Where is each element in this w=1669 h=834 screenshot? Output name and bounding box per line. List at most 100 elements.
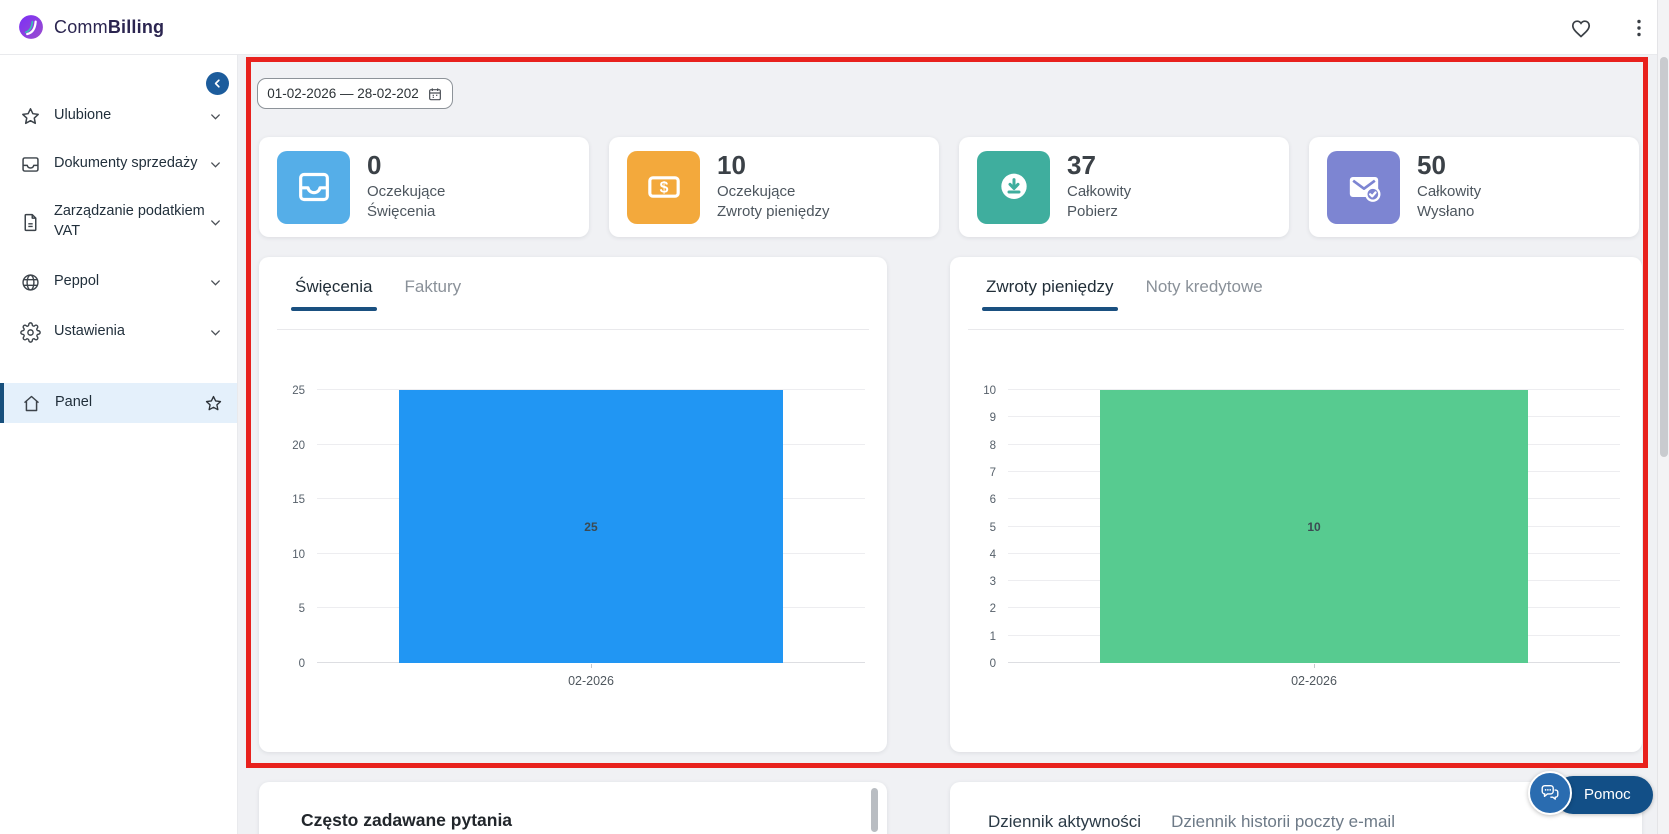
brand: CommBilling <box>18 14 164 40</box>
x-axis-tick <box>591 664 592 668</box>
bar-data-label: 25 <box>399 520 783 534</box>
download-icon <box>977 151 1050 224</box>
bar-data-label: 10 <box>1100 520 1528 534</box>
stat-value: 50 <box>1417 152 1481 179</box>
mail-check-icon <box>1327 151 1400 224</box>
faq-card: Często zadawane pytania <box>259 782 887 834</box>
globe-icon <box>20 272 41 293</box>
chart-card-zwroty: Zwroty pieniędzy Noty kredytowe 0 1 2 3 4 5 6 7… <box>950 257 1642 752</box>
brand-logo-icon <box>18 14 44 40</box>
stat-card-calkowity-pobierz[interactable]: 37 CałkowityPobierz <box>959 137 1289 237</box>
y-axis-tick-label: 8 <box>964 440 996 452</box>
sidebar-item-label: Zarządzanie podatkiem VAT <box>54 202 208 241</box>
stat-label: OczekująceŚwięcenia <box>367 182 445 222</box>
favorites-heart-icon[interactable] <box>1569 16 1593 40</box>
window-scrollbar <box>1657 0 1669 834</box>
tabs-divider <box>968 329 1624 330</box>
y-axis-tick-label: 0 <box>964 658 996 670</box>
stat-card-oczekujace-swiecenia[interactable]: 0 OczekująceŚwięcenia <box>259 137 589 237</box>
faq-scrollbar[interactable] <box>871 788 878 832</box>
kebab-menu-icon[interactable] <box>1627 16 1651 40</box>
chat-bubbles-icon <box>1528 771 1572 815</box>
chevron-down-icon <box>208 275 223 290</box>
chevron-down-icon <box>208 157 223 172</box>
bar-chart-swiecenia: 05101520252502-2026 <box>273 390 865 690</box>
bar-chart-zwroty: 0123456789101002-2026 <box>964 390 1620 690</box>
inbox-tray-icon <box>277 151 350 224</box>
y-axis-tick-label: 7 <box>964 467 996 479</box>
y-axis-tick-label: 10 <box>964 385 996 397</box>
y-axis-tick-label: 6 <box>964 494 996 506</box>
tab-dziennik-aktywnosci[interactable]: Dziennik aktywności <box>988 812 1141 832</box>
tabs-divider <box>277 329 869 330</box>
y-axis-tick-label: 2 <box>964 603 996 615</box>
sidebar: Ulubione Dokumenty sprzedaży Zarządzanie… <box>0 55 238 834</box>
sidebar-item-label: Ulubione <box>54 106 208 126</box>
stat-label: OczekująceZwroty pieniędzy <box>717 182 830 222</box>
stat-value: 10 <box>717 152 830 179</box>
app-screen: CommBilling Ulubione <box>0 0 1669 834</box>
sidebar-item-zarzadzanie-vat[interactable]: Zarządzanie podatkiem VAT <box>0 198 237 246</box>
chevron-down-icon <box>208 215 223 230</box>
scrollbar-thumb[interactable] <box>1660 57 1668 457</box>
x-axis-tick <box>1314 664 1315 668</box>
sidebar-item-ulubione[interactable]: Ulubione <box>0 100 237 132</box>
date-range-value: 01-02-2026 — 28-02-202 <box>267 86 419 101</box>
tab-zwroty-pieniedzy[interactable]: Zwroty pieniędzy <box>986 277 1114 309</box>
x-axis-label: 02-2026 <box>1264 674 1364 688</box>
y-axis-tick-label: 1 <box>964 631 996 643</box>
svg-text:$: $ <box>659 180 668 197</box>
sidebar-item-label: Dokumenty sprzedaży <box>54 154 208 174</box>
sidebar-item-label: Panel <box>55 393 204 413</box>
sidebar-item-panel-active[interactable]: Panel <box>0 383 237 423</box>
chart-tabs: Zwroty pieniędzy Noty kredytowe <box>986 277 1263 309</box>
tab-faktury[interactable]: Faktury <box>405 277 462 309</box>
sidebar-item-label: Peppol <box>54 272 208 292</box>
y-axis-tick-label: 0 <box>273 658 305 670</box>
star-icon <box>20 106 41 127</box>
log-tabs: Dziennik aktywności Dziennik historii po… <box>988 812 1395 832</box>
y-axis-tick-label: 3 <box>964 576 996 588</box>
sidebar-collapse-button[interactable] <box>206 72 229 95</box>
stat-card-oczekujace-zwroty[interactable]: $ 10 OczekująceZwroty pieniędzy <box>609 137 939 237</box>
help-button[interactable]: Pomoc <box>1528 771 1653 815</box>
stat-label: CałkowityPobierz <box>1067 182 1131 222</box>
sidebar-item-peppol[interactable]: Peppol <box>0 266 237 298</box>
faq-title: Często zadawane pytania <box>301 810 512 831</box>
stat-value: 0 <box>367 152 445 179</box>
gear-icon <box>20 322 41 343</box>
chart-tabs: Święcenia Faktury <box>295 277 461 309</box>
stat-card-calkowity-wyslano[interactable]: 50 CałkowityWysłano <box>1309 137 1639 237</box>
sidebar-item-dokumenty-sprzedazy[interactable]: Dokumenty sprzedaży <box>0 148 237 180</box>
stat-value: 37 <box>1067 152 1131 179</box>
stat-label: CałkowityWysłano <box>1417 182 1481 222</box>
brand-name: CommBilling <box>54 17 164 38</box>
chevron-left-icon <box>211 77 224 90</box>
y-axis-tick-label: 10 <box>273 549 305 561</box>
tab-noty-kredytowe[interactable]: Noty kredytowe <box>1146 277 1263 309</box>
chart-card-swiecenia: Święcenia Faktury 0 5 10 15 20 25 25 02-2026 <box>259 257 887 752</box>
sidebar-item-label: Ustawienia <box>54 322 208 342</box>
favorite-star-icon[interactable] <box>204 394 223 413</box>
y-axis-tick-label: 5 <box>964 522 996 534</box>
chart-bar[interactable]: 25 <box>399 390 783 663</box>
sidebar-item-ustawienia[interactable]: Ustawienia <box>0 316 237 348</box>
y-axis-tick-label: 5 <box>273 603 305 615</box>
topbar: CommBilling <box>0 0 1669 55</box>
chart-bar[interactable]: 10 <box>1100 390 1528 663</box>
y-axis-tick-label: 25 <box>273 385 305 397</box>
y-axis-tick-label: 4 <box>964 549 996 561</box>
y-axis-tick-label: 9 <box>964 412 996 424</box>
x-axis-label: 02-2026 <box>541 674 641 688</box>
home-icon <box>21 393 42 414</box>
tab-dziennik-email[interactable]: Dziennik historii poczty e-mail <box>1171 812 1395 832</box>
chevron-down-icon <box>208 325 223 340</box>
tab-swiecenia[interactable]: Święcenia <box>295 277 373 309</box>
y-axis-tick-label: 15 <box>273 494 305 506</box>
chevron-down-icon <box>208 109 223 124</box>
inbox-icon <box>20 154 41 175</box>
y-axis-tick-label: 20 <box>273 440 305 452</box>
date-range-picker[interactable]: 01-02-2026 — 28-02-202 <box>257 78 453 109</box>
banknote-dollar-icon: $ <box>627 151 700 224</box>
calendar-icon <box>427 86 443 102</box>
